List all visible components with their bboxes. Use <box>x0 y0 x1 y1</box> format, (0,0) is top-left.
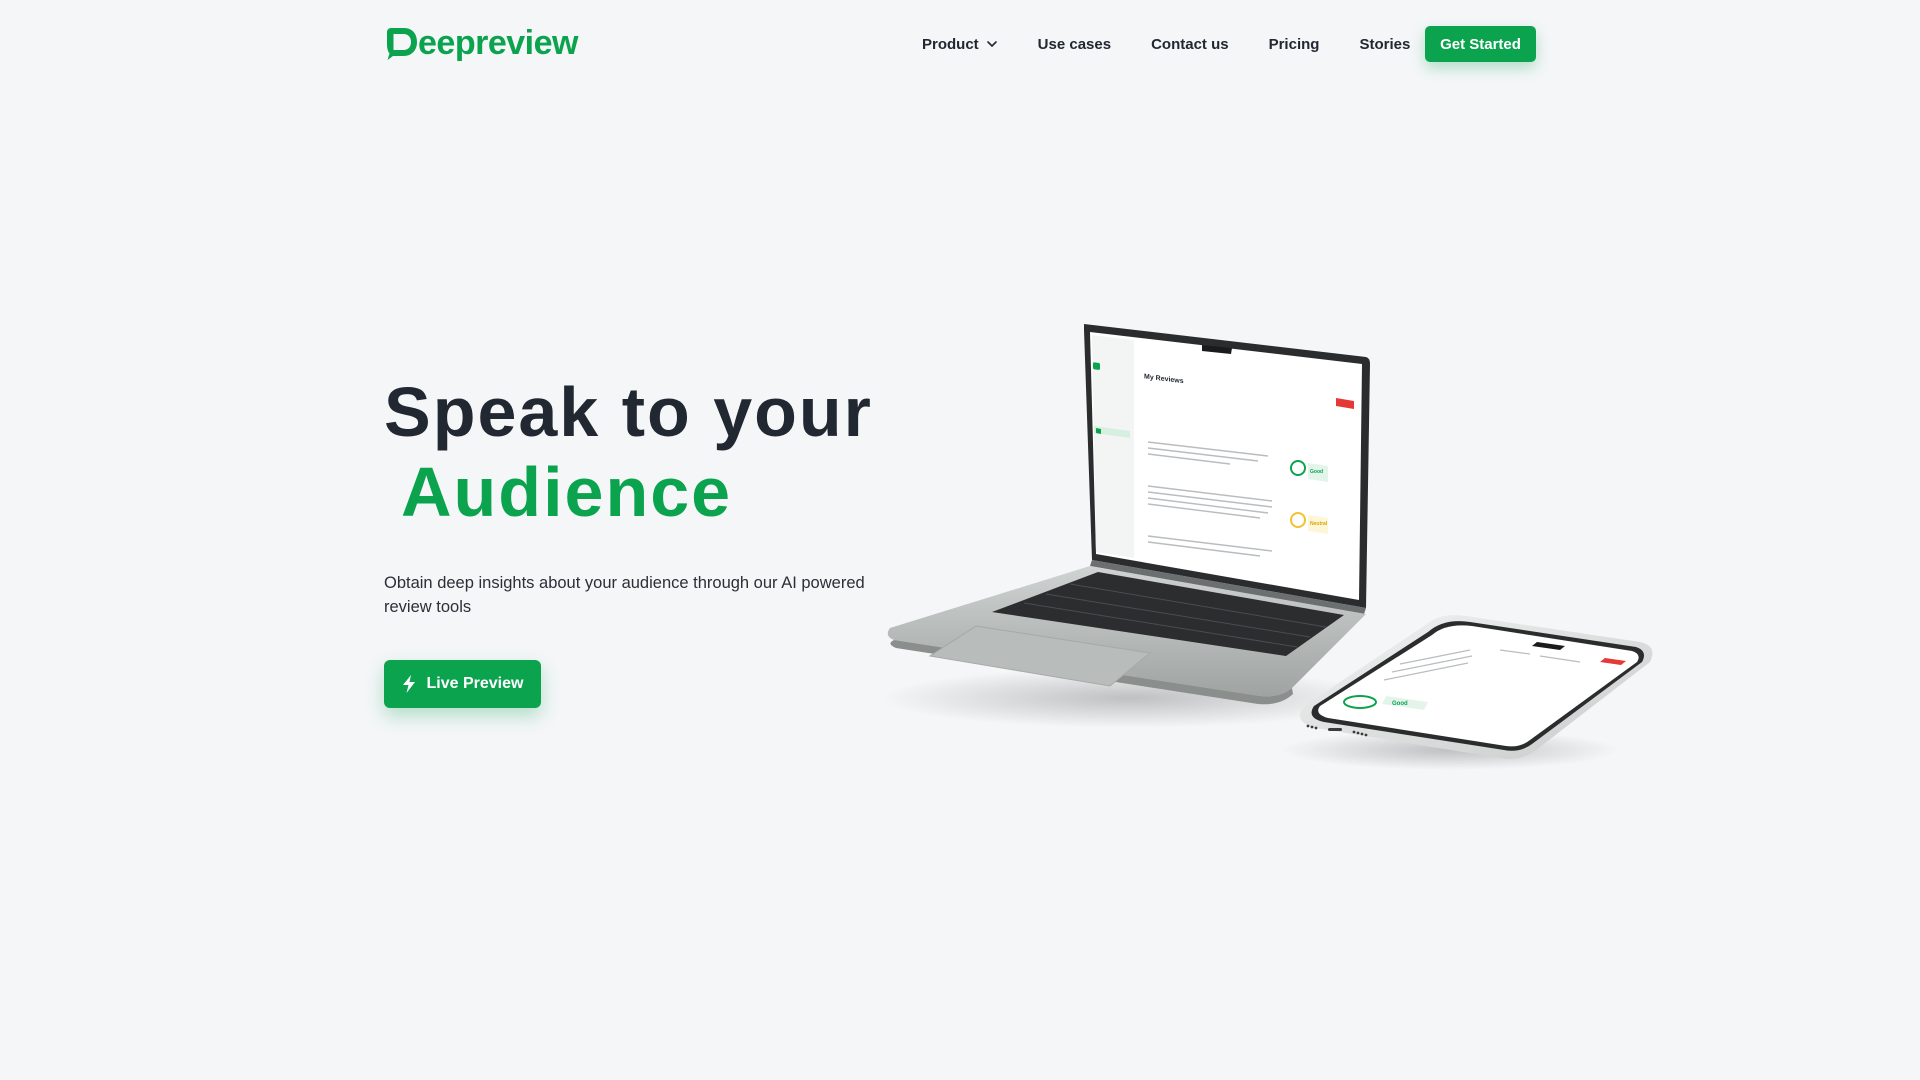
nav-item-stories[interactable]: Stories <box>1359 26 1410 62</box>
lightning-bolt-icon <box>402 675 415 693</box>
laptop-rating-neutral: Neutral <box>1310 521 1328 527</box>
hero-title-line1: Speak to your <box>384 373 873 451</box>
nav-item-contact-us[interactable]: Contact us <box>1151 26 1229 62</box>
hero-title: Speak to your Audience <box>384 372 904 532</box>
live-preview-label: Live Preview <box>426 675 524 692</box>
brand-name: eepreview <box>418 24 578 62</box>
speech-bubble-logo-icon <box>387 28 417 60</box>
nav-item-label: Product <box>922 35 979 53</box>
chevron-down-icon <box>986 41 997 47</box>
devices-illustration: My Reviews Good Neutral Good <box>880 324 1653 770</box>
site-header: eepreview Product Use cases Contact us P… <box>0 0 1920 88</box>
nav-item-pricing[interactable]: Pricing <box>1269 26 1320 62</box>
laptop-mockup: My Reviews Good Neutral <box>887 324 1370 705</box>
main-nav: Product Use cases Contact us Pricing Sto… <box>922 26 1410 62</box>
hero-subtitle: Obtain deep insights about your audience… <box>384 574 865 616</box>
hero-title-accent: Audience <box>401 453 733 531</box>
nav-item-use-cases[interactable]: Use cases <box>1038 26 1111 62</box>
get-started-button[interactable]: Get Started <box>1425 26 1536 62</box>
phone-rating-good: Good <box>1392 701 1408 707</box>
nav-item-product[interactable]: Product <box>922 26 998 62</box>
logo[interactable]: eepreview <box>384 24 578 62</box>
live-preview-button[interactable]: Live Preview <box>384 660 541 708</box>
laptop-rating-good: Good <box>1310 469 1323 475</box>
